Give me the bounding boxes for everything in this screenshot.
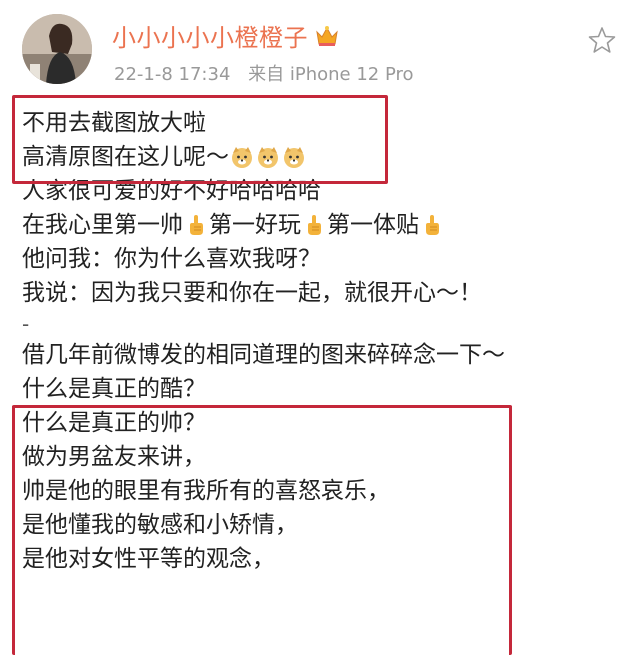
post-line-text: 我说：因为我只要和你在一起，就很开心～！ (22, 280, 482, 306)
highlight-box (12, 95, 388, 184)
post-line: 我说：因为我只要和你在一起，就很开心～！ (22, 276, 622, 310)
highlight-box (12, 405, 512, 655)
post-timestamp: 22-1-8 17:34 (114, 64, 231, 85)
username[interactable]: 小小小小小橙橙子 (112, 18, 308, 53)
post-line-text: 第一好玩 (209, 212, 301, 238)
post-line: 借几年前微博发的相同道理的图来碎碎念一下～ (22, 338, 622, 372)
pointing-up-emoji-icon (184, 213, 208, 237)
post-line: - (22, 310, 622, 338)
post-line: 在我心里第一帅 第一好玩 第一体贴 (22, 208, 622, 242)
post-meta: 22-1-8 17:34 来自 iPhone 12 Pro (114, 60, 414, 86)
avatar[interactable] (22, 14, 92, 84)
post-line-text: 他问我：你为什么喜欢我呀？ (22, 246, 321, 272)
favorite-button[interactable] (588, 26, 616, 54)
username-row: 小小小小小橙橙子 (112, 18, 340, 53)
post-line-text: 什么是真正的酷？ (22, 376, 206, 402)
pointing-up-emoji-icon (302, 213, 326, 237)
post-header: 小小小小小橙橙子 22-1-8 17:34 来自 iPhone 12 Pro (0, 0, 640, 90)
post-line: 他问我：你为什么喜欢我呀？ (22, 242, 622, 276)
post-line-text: 在我心里第一帅 (22, 212, 183, 238)
post-line-text: 借几年前微博发的相同道理的图来碎碎念一下～ (22, 342, 505, 368)
post-line: 什么是真正的酷？ (22, 372, 622, 406)
post-line-text: - (22, 312, 30, 336)
star-outline-icon (588, 27, 616, 53)
pointing-up-emoji-icon (420, 213, 444, 237)
post-source: 来自 iPhone 12 Pro (248, 64, 414, 85)
crown-badge-icon (314, 24, 340, 48)
post-line-text: 第一体贴 (327, 212, 419, 238)
